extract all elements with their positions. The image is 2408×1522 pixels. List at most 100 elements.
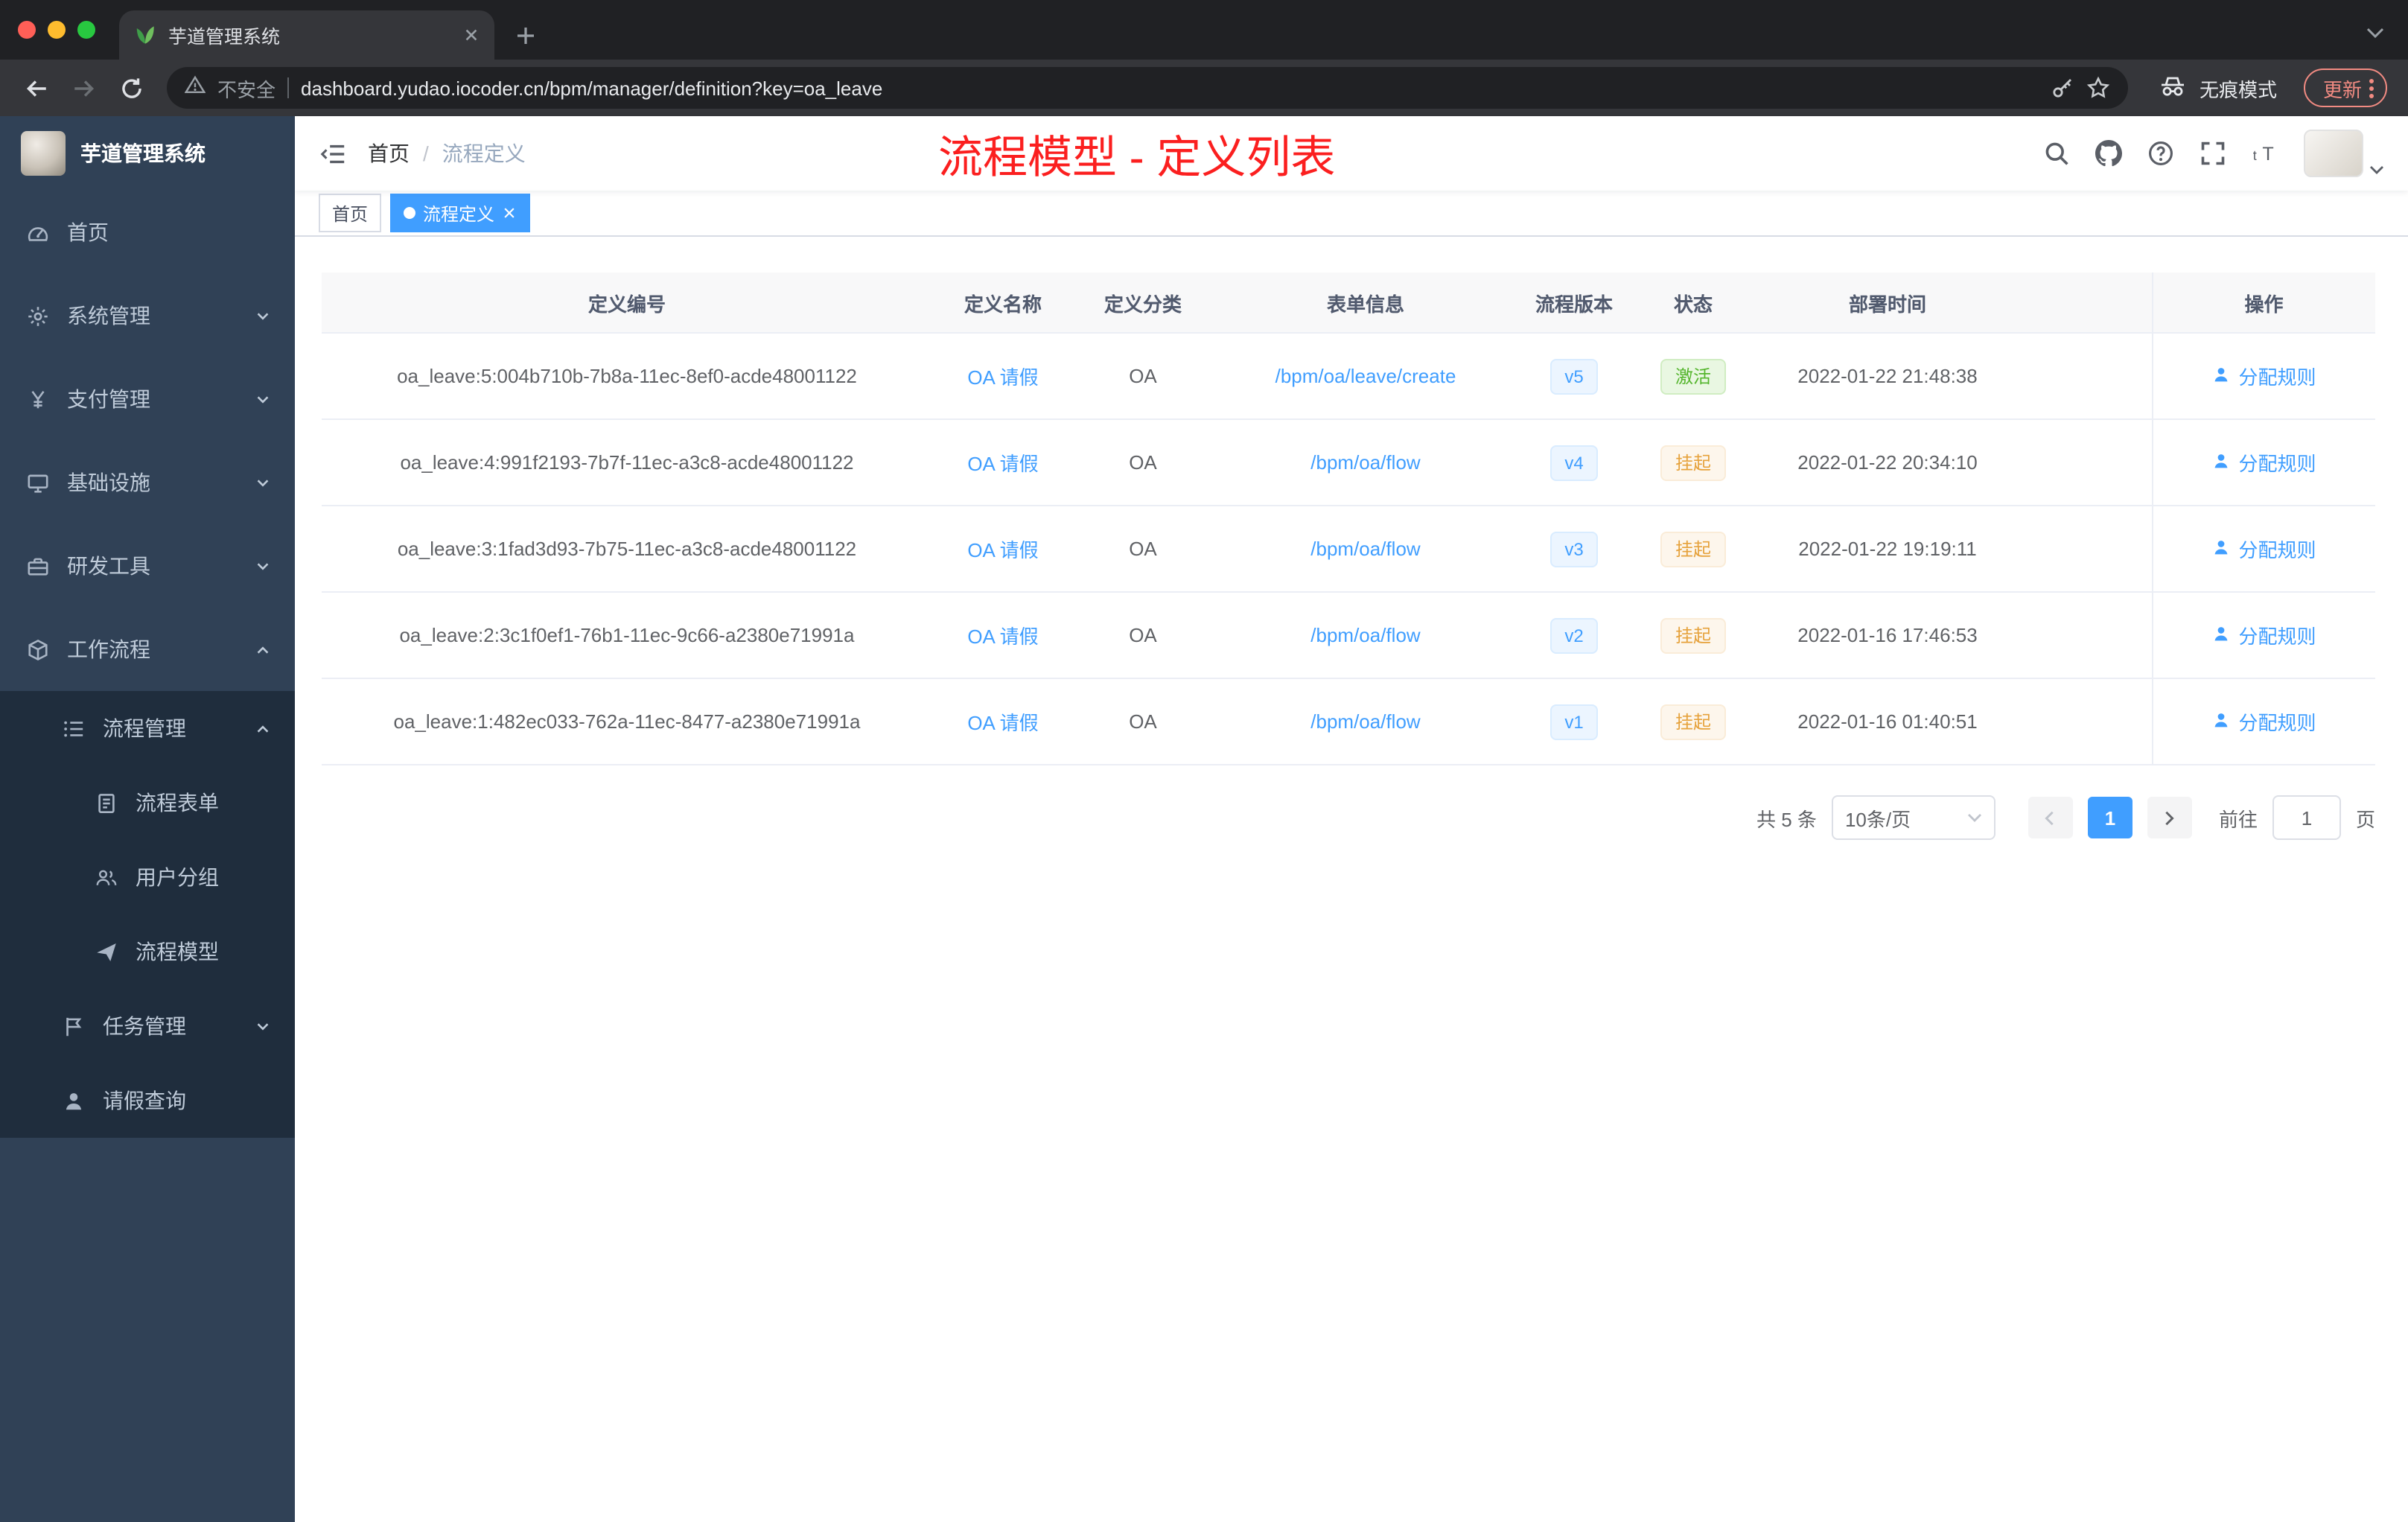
status-tag: 挂起 — [1660, 445, 1726, 480]
url-text[interactable]: dashboard.yudao.iocoder.cn/bpm/manager/d… — [301, 77, 2039, 99]
chevron-up-icon — [255, 641, 271, 657]
assign-rule-button[interactable]: 分配规则 — [2211, 362, 2316, 390]
address-bar[interactable]: 不安全 dashboard.yudao.iocoder.cn/bpm/manag… — [167, 67, 2128, 109]
deploy-time-cell: 2022-01-16 17:46:53 — [1757, 592, 2018, 679]
sidebar-item-label: 支付管理 — [67, 387, 150, 411]
form-link[interactable]: /bpm/oa/flow — [1310, 538, 1420, 560]
plane-icon — [95, 940, 118, 963]
definition-id-cell: oa_leave:1:482ec033-762a-11ec-8477-a2380… — [322, 678, 932, 765]
minimize-window-button[interactable] — [48, 21, 66, 39]
maximize-window-button[interactable] — [77, 21, 95, 39]
status-cell: 挂起 — [1629, 678, 1757, 765]
tags-view-tag[interactable]: 流程定义 — [390, 194, 531, 232]
sidebar-item-workflow[interactable]: 工作流程 — [0, 608, 295, 691]
app-logo[interactable]: 芋道管理系统 — [0, 116, 295, 191]
bookmark-star-icon[interactable] — [2086, 76, 2110, 100]
goto-page-input[interactable] — [2272, 795, 2341, 840]
tab-close-icon[interactable] — [463, 27, 480, 43]
sidebar-item-infra[interactable]: 基础设施 — [0, 441, 295, 524]
prev-page-button[interactable] — [2028, 797, 2073, 838]
spacer-cell — [2018, 678, 2152, 765]
tab-search-chevron-icon[interactable] — [2366, 19, 2384, 46]
sidebar-item-payment[interactable]: 支付管理 — [0, 357, 295, 441]
github-icon[interactable] — [2095, 140, 2122, 167]
page-size-select[interactable]: 10条/页 — [1831, 795, 1995, 840]
status-cell: 挂起 — [1629, 592, 1757, 679]
version-tag: v4 — [1549, 445, 1599, 480]
back-button[interactable] — [15, 67, 57, 109]
sidebar-item-leave-query[interactable]: 请假查询 — [0, 1063, 295, 1138]
sidebar-item-task-mgmt[interactable]: 任务管理 — [0, 989, 295, 1063]
reload-button[interactable] — [110, 67, 152, 109]
logo-avatar — [21, 131, 66, 176]
table-row: oa_leave:2:3c1f0ef1-76b1-11ec-9c66-a2380… — [322, 592, 2375, 679]
navbar-actions: tT — [2043, 130, 2384, 177]
browser-menu-icon[interactable] — [2369, 78, 2374, 98]
definition-name-link[interactable]: OA 请假 — [967, 712, 1038, 734]
page-size-value: 10条/页 — [1844, 808, 1911, 830]
search-icon[interactable] — [2043, 140, 2070, 167]
definition-id-cell: oa_leave:3:1fad3d93-7b75-11ec-a3c8-acde4… — [322, 506, 932, 593]
form-link[interactable]: /bpm/oa/flow — [1310, 710, 1420, 733]
browser-tab[interactable]: 芋道管理系统 — [119, 10, 494, 60]
sidebar-item-process-form[interactable]: 流程表单 — [0, 765, 295, 840]
new-tab-button[interactable] — [515, 25, 536, 46]
sidebar-item-label: 任务管理 — [103, 1014, 186, 1038]
favicon-leaf-icon — [134, 24, 156, 46]
form-link[interactable]: /bpm/oa/leave/create — [1275, 365, 1456, 387]
breadcrumb-home[interactable]: 首页 — [368, 138, 410, 168]
gear-icon — [27, 305, 49, 327]
assign-rule-button[interactable]: 分配规则 — [2211, 707, 2316, 736]
page-number-button[interactable]: 1 — [2087, 797, 2133, 838]
sidebar-item-system[interactable]: 系统管理 — [0, 274, 295, 357]
sidebar-item-process-mgmt[interactable]: 流程管理 — [0, 691, 295, 765]
security-label[interactable]: 不安全 — [217, 74, 275, 102]
fullscreen-icon[interactable] — [2200, 140, 2226, 167]
definition-name-link[interactable]: OA 请假 — [967, 366, 1038, 389]
users-icon — [95, 866, 118, 888]
form-icon — [95, 792, 118, 814]
form-info-cell: /bpm/oa/flow — [1212, 592, 1519, 679]
chevron-down-icon — [1967, 813, 1982, 822]
definition-name-link[interactable]: OA 请假 — [967, 539, 1038, 561]
user-icon — [2211, 710, 2231, 733]
status-cell: 激活 — [1629, 333, 1757, 420]
version-tag: v5 — [1549, 358, 1599, 394]
user-avatar-menu[interactable] — [2304, 130, 2384, 177]
form-link[interactable]: /bpm/oa/flow — [1310, 451, 1420, 474]
window-controls — [0, 0, 119, 60]
column-header: 表单信息 — [1212, 273, 1519, 334]
sidebar-item-label: 流程表单 — [136, 791, 219, 815]
help-icon[interactable] — [2147, 140, 2174, 167]
definition-name-link[interactable]: OA 请假 — [967, 453, 1038, 475]
sidebar-item-label: 请假查询 — [103, 1089, 186, 1112]
definition-category-cell: OA — [1074, 506, 1212, 593]
assign-rule-button[interactable]: 分配规则 — [2211, 621, 2316, 649]
column-header: 流程版本 — [1519, 273, 1629, 334]
sidebar-item-process-model[interactable]: 流程模型 — [0, 914, 295, 989]
tags-view-tag[interactable]: 首页 — [319, 194, 382, 232]
chrome-update-button[interactable]: 更新 — [2303, 69, 2387, 107]
definition-name-link[interactable]: OA 请假 — [967, 625, 1038, 648]
sidebar-item-user-group[interactable]: 用户分组 — [0, 840, 295, 914]
font-size-icon[interactable]: tT — [2252, 140, 2278, 167]
form-link[interactable]: /bpm/oa/flow — [1310, 624, 1420, 646]
sidebar-item-home[interactable]: 首页 — [0, 191, 295, 274]
spacer-cell — [2018, 333, 2152, 420]
next-page-button[interactable] — [2147, 797, 2192, 838]
assign-rule-label: 分配规则 — [2238, 366, 2316, 389]
sidebar-item-devtools[interactable]: 研发工具 — [0, 524, 295, 608]
status-tag: 挂起 — [1660, 704, 1726, 739]
hamburger-icon[interactable] — [319, 139, 347, 168]
forward-button[interactable] — [63, 67, 104, 109]
assign-rule-button[interactable]: 分配规则 — [2211, 448, 2316, 477]
list-icon — [63, 717, 85, 739]
assign-rule-button[interactable]: 分配规则 — [2211, 535, 2316, 563]
password-key-icon[interactable] — [2051, 76, 2074, 100]
definition-name-cell: OA 请假 — [932, 678, 1074, 765]
column-header: 定义名称 — [932, 273, 1074, 334]
definition-category-cell: OA — [1074, 592, 1212, 679]
main-area: 首页 / 流程定义 流程模型 - 定义列表 t T 首页 流程定义 定义编号 定… — [295, 116, 2408, 1522]
close-window-button[interactable] — [18, 21, 36, 39]
tab-title: 芋道管理系统 — [168, 27, 281, 48]
